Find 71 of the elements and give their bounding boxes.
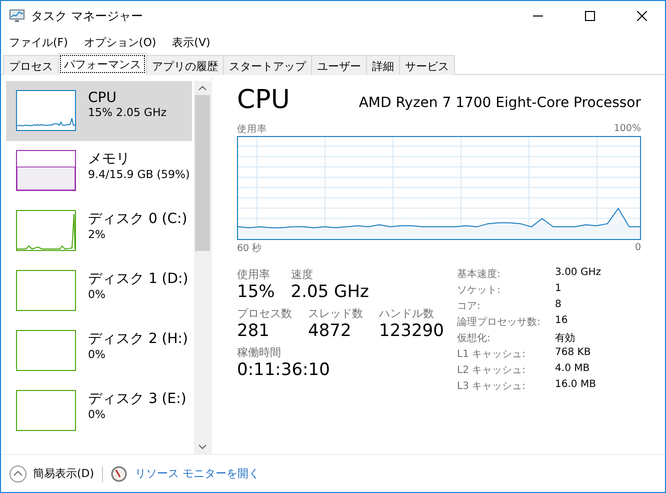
tab[interactable]: アプリの履歴 [146, 55, 224, 75]
panel-title: CPU [237, 85, 290, 115]
menu-item[interactable]: 表示(V) [172, 34, 210, 50]
item-detail: 0% [88, 288, 106, 301]
spec-label: L2 キャッシュ: [457, 364, 527, 377]
spec-label: L3 キャッシュ: [457, 380, 527, 393]
item-name: CPU [88, 90, 118, 106]
close-icon [637, 11, 647, 21]
window-title: タスク マネージャー [31, 8, 144, 24]
spec-label: 論理プロセッサ数: [457, 316, 542, 329]
sidebar-item[interactable]: ディスク 1 (D:) 0% [6, 261, 192, 321]
spec-value: 16.0 MB [555, 379, 597, 392]
sidebar-item[interactable]: CPU 15% 2.05 GHz [6, 81, 192, 141]
chevron-up-icon [9, 464, 27, 482]
tab[interactable]: 詳細 [366, 55, 400, 75]
scrollbar[interactable] [194, 81, 211, 454]
stat-value: 2.05 GHz [290, 282, 369, 302]
tab[interactable]: サービス [399, 55, 455, 75]
spec-value: 16 [555, 315, 569, 328]
stat-value: 4872 [308, 321, 352, 341]
sidebar-item[interactable]: ディスク 0 (C:) 2% [6, 201, 192, 261]
item-name: メモリ [88, 150, 131, 168]
item-detail: 15% 2.05 GHz [88, 106, 167, 119]
maximize-icon [585, 11, 595, 21]
spec-label: 基本速度: [457, 268, 502, 281]
menu-item[interactable]: ファイル(F) [9, 34, 68, 50]
item-name: ディスク 0 (C:) [88, 210, 188, 228]
spec-value: 有効 [555, 332, 576, 345]
tab[interactable]: パフォーマンス [58, 53, 147, 75]
spec-label: L1 キャッシュ: [457, 348, 527, 361]
stat-value: 15% [237, 282, 275, 302]
spec-label: ソケット: [457, 284, 502, 297]
graph-label: 使用率 [237, 123, 267, 136]
spec-value: 768 KB [555, 347, 592, 360]
tab[interactable]: ユーザー [311, 55, 367, 75]
sidebar-item[interactable]: ディスク 3 (E:) 0% [6, 381, 192, 441]
sidebar-item[interactable]: ディスク 2 (H:) 0% [6, 321, 192, 381]
item-name: ディスク 2 (H:) [88, 330, 188, 348]
fewer-details-button[interactable]: 簡易表示(D) [9, 464, 94, 482]
gauge-icon [111, 466, 128, 482]
item-detail: 2% [88, 228, 106, 241]
stat-value: 0:11:36:10 [237, 360, 330, 380]
monitor-app-icon [9, 9, 25, 23]
stat-label: ハンドル数 [379, 306, 435, 321]
sidebar-item[interactable]: メモリ 9.4/15.9 GB (59%) [6, 141, 192, 201]
stat-label: 使用率 [237, 267, 271, 282]
tab[interactable]: スタートアップ [223, 55, 312, 75]
stat-label: スレッド数 [308, 306, 363, 321]
stat-label: プロセス数 [237, 306, 292, 321]
item-detail: 0% [88, 408, 106, 421]
graph-max-label: 100% [614, 123, 641, 136]
stat-value: 123290 [379, 321, 444, 341]
spec-label: コア: [457, 300, 482, 313]
stat-label: 速度 [290, 267, 314, 282]
spec-label: 仮想化: [457, 332, 492, 345]
stat-label: 稼働時間 [237, 345, 282, 360]
tab[interactable]: プロセス [3, 55, 59, 75]
item-detail: 0% [88, 348, 106, 361]
stat-value: 281 [237, 321, 270, 341]
graph-time-start: 60 秒 [237, 242, 262, 255]
item-name: ディスク 3 (E:) [88, 390, 186, 408]
spec-value: 3.00 GHz [555, 267, 601, 280]
processor-name: AMD Ryzen 7 1700 Eight-Core Processor [358, 95, 641, 113]
item-detail: 9.4/15.9 GB (59%) [88, 168, 190, 181]
graph-time-end: 0 [634, 242, 641, 255]
spec-value: 1 [555, 283, 562, 296]
resource-monitor-link[interactable]: リソース モニターを開く [135, 466, 260, 481]
item-name: ディスク 1 (D:) [88, 270, 188, 288]
spec-value: 4.0 MB [555, 363, 591, 376]
menu-item[interactable]: オプション(O) [84, 34, 156, 50]
spec-value: 8 [555, 299, 562, 312]
